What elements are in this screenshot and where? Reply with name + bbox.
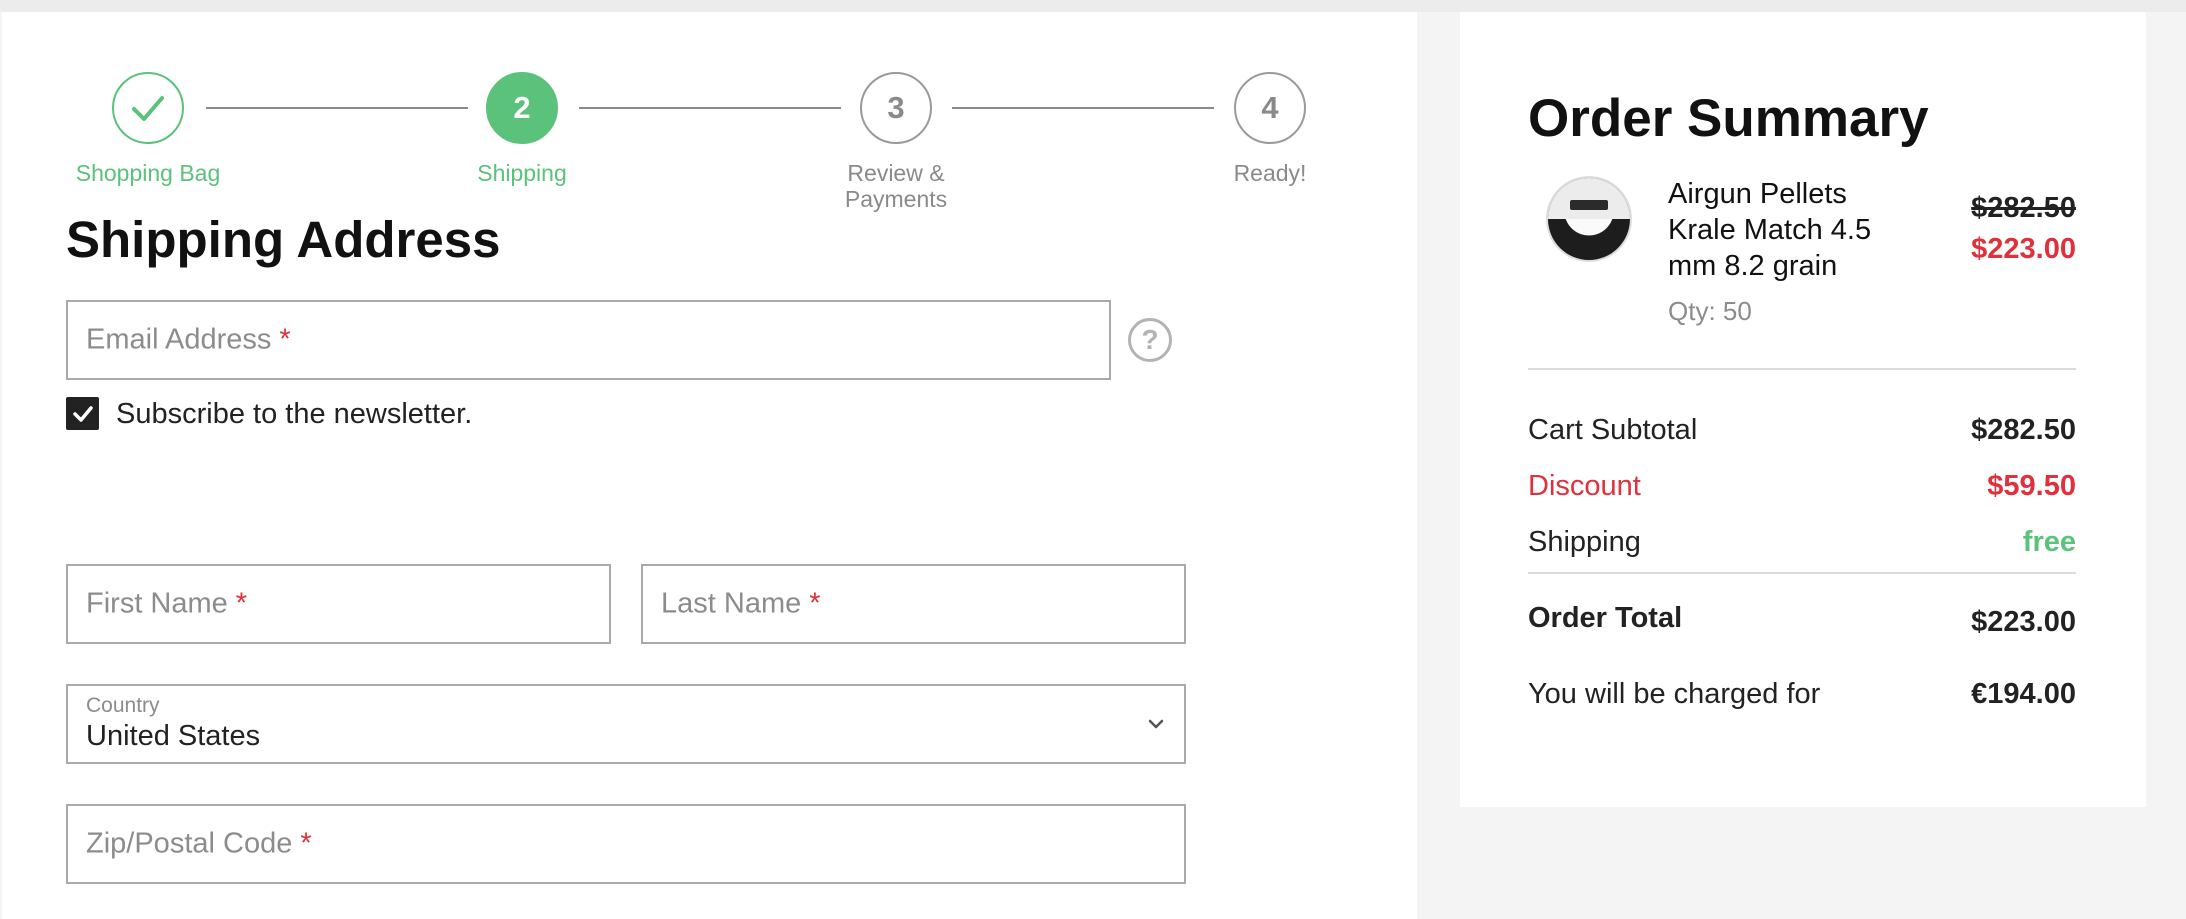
charged-label: You will be charged for [1528,678,1821,710]
charged-value: €194.00 [1971,678,2076,710]
shipping-label: Shipping [1528,526,1641,558]
first-name-field[interactable]: First Name * [66,564,611,644]
product-qty: Qty: 50 [1668,296,1752,326]
top-strip [0,0,2186,12]
email-placeholder: Email Address * [86,323,291,356]
step-label: Shipping [477,160,567,186]
checkout-form-panel [2,12,1417,919]
page-title: Shipping Address [66,211,501,268]
subtotal-value: $282.50 [1971,414,2076,446]
checkbox-check-icon [72,405,93,422]
zip-field[interactable]: Zip/Postal Code * [66,804,1186,884]
step-label: Ready! [1233,160,1307,186]
summary-divider [1528,572,2076,574]
step-label: Shopping Bag [75,160,221,186]
product-old-price: $282.50 [1971,192,2076,224]
step-connector [206,107,468,109]
chevron-down-icon [1148,719,1164,729]
step-number: 3 [860,72,932,144]
last-name-placeholder: Last Name * [661,587,821,620]
subtotal-label: Cart Subtotal [1528,414,1698,446]
product-thumbnail[interactable] [1548,178,1630,260]
order-total-label: Order Total [1528,602,1683,634]
discount-value: $59.50 [1987,470,2076,502]
discount-label: Discount [1528,470,1641,502]
subscribe-label[interactable]: Subscribe to the newsletter. [116,398,472,431]
first-name-placeholder: First Name * [86,587,248,620]
country-label: Country [86,694,160,717]
check-icon [112,72,184,144]
product-name[interactable]: Airgun Pellets Krale Match 4.5 mm 8.2 gr… [1668,176,1908,284]
subscribe-checkbox[interactable] [66,397,99,430]
product-new-price: $223.00 [1971,233,2076,265]
order-summary-title: Order Summary [1528,89,1929,148]
step-number: 4 [1234,72,1306,144]
step-connector [952,107,1214,109]
country-value: United States [86,720,261,752]
zip-placeholder: Zip/Postal Code * [86,827,312,860]
thumbnail-brand-mark [1570,200,1608,210]
shipping-value: free [2022,526,2076,558]
summary-divider [1528,368,2076,370]
step-number: 2 [486,72,558,144]
order-total-value: $223.00 [1971,606,2076,638]
country-select[interactable]: Country United States [66,684,1186,764]
step-connector [579,107,841,109]
step-label: Review & Payments [844,160,948,212]
last-name-field[interactable]: Last Name * [641,564,1186,644]
question-mark-icon[interactable]: ? [1128,318,1172,362]
email-field[interactable]: Email Address * [66,300,1111,380]
